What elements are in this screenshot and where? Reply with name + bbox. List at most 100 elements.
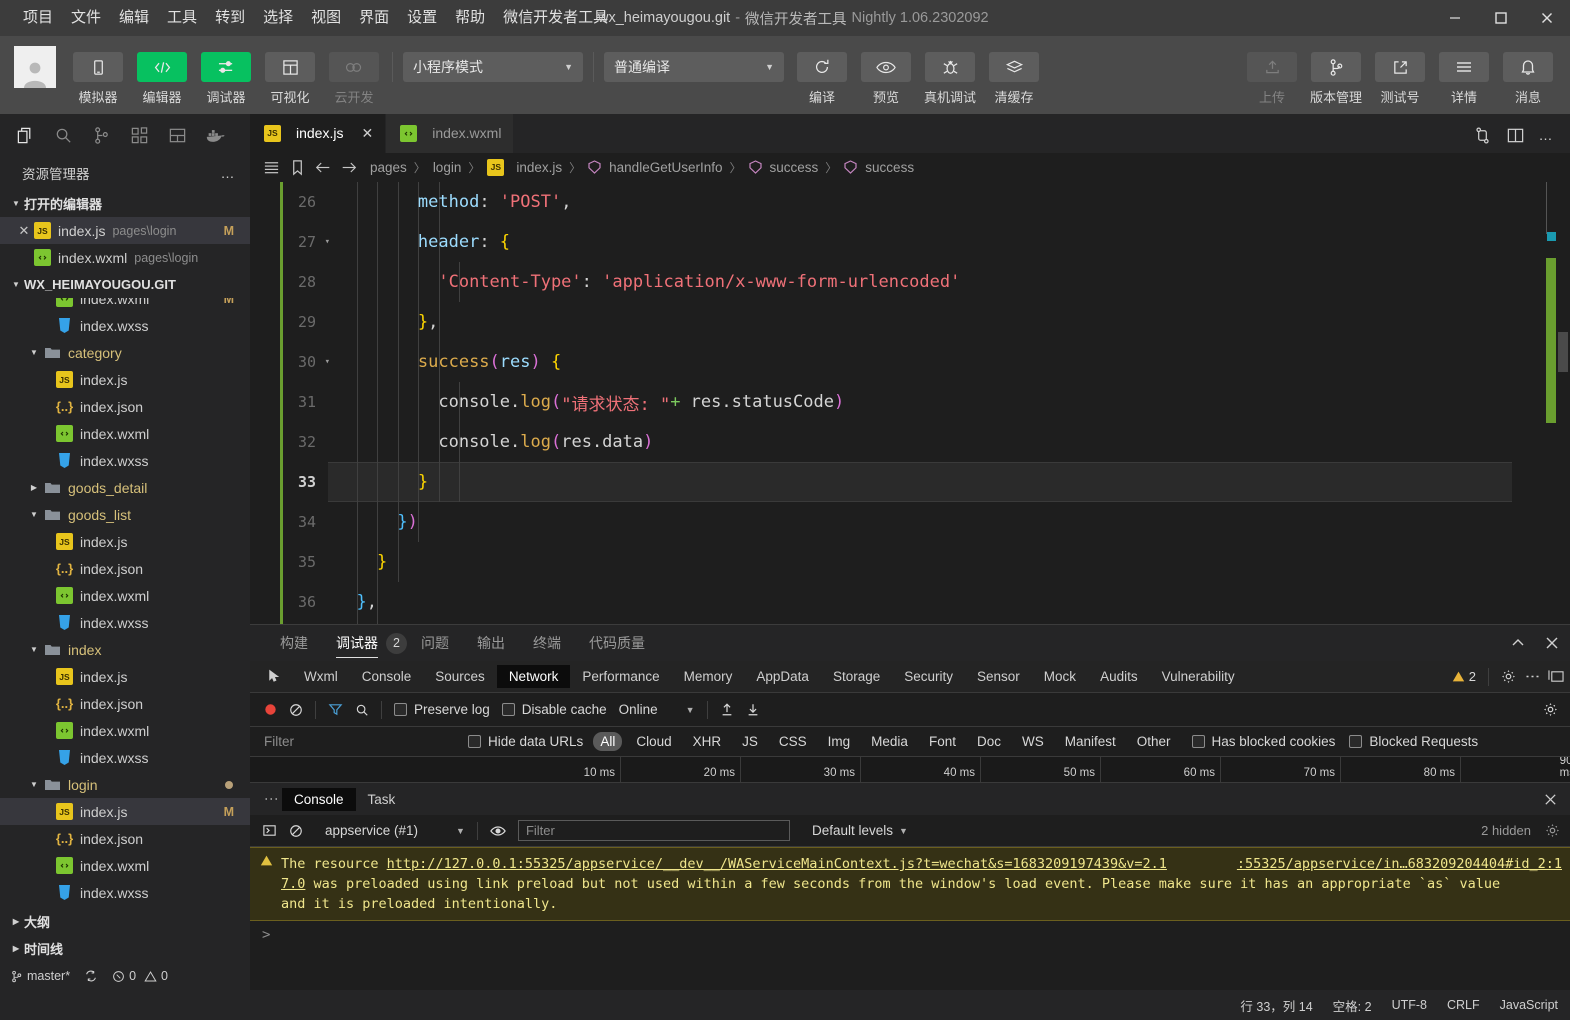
tree-file-row[interactable]: index.wxmlM: [0, 298, 250, 312]
panel-tab-0[interactable]: 构建: [266, 625, 322, 661]
layout-icon[interactable]: [1506, 126, 1525, 145]
funnel-icon[interactable]: [328, 702, 343, 717]
devtools-tab-Sensor[interactable]: Sensor: [965, 665, 1032, 688]
tree-file-row[interactable]: index.wxml: [0, 582, 250, 609]
tree-file-row[interactable]: {..}index.json: [0, 825, 250, 852]
eye-icon[interactable]: [490, 824, 506, 838]
eol-setting[interactable]: CRLF: [1447, 998, 1480, 1012]
more-icon[interactable]: …: [1539, 127, 1555, 143]
devtools-tab-Console[interactable]: Console: [350, 665, 424, 688]
tree-file-row[interactable]: {..}index.json: [0, 690, 250, 717]
menu-item-4[interactable]: 转到: [206, 5, 254, 31]
tree-file-row[interactable]: index.wxml: [0, 717, 250, 744]
refresh-icon[interactable]: [797, 52, 847, 82]
menu-icon[interactable]: [1439, 52, 1489, 82]
type-filter-Manifest[interactable]: Manifest: [1058, 732, 1123, 751]
tree-folder-row[interactable]: ▼goods_list: [0, 501, 250, 528]
tree-folder-row[interactable]: ▶goods_detail: [0, 474, 250, 501]
bug-icon[interactable]: [925, 52, 975, 82]
files-icon[interactable]: [8, 118, 42, 152]
cloud-icon[interactable]: [329, 52, 379, 82]
close-icon[interactable]: ✕: [361, 125, 373, 142]
panel-tab-2[interactable]: 问题: [407, 625, 463, 661]
breadcrumb-item-1[interactable]: login: [431, 160, 464, 175]
extensions-icon[interactable]: [122, 118, 156, 152]
breadcrumb-item-0[interactable]: pages: [368, 160, 409, 175]
upload-arrow-icon[interactable]: [720, 702, 734, 717]
type-filter-JS[interactable]: JS: [735, 732, 765, 751]
panel-tab-1[interactable]: 调试器: [322, 625, 392, 661]
indentation-setting[interactable]: 空格: 2: [1333, 996, 1372, 1015]
type-filter-Font[interactable]: Font: [922, 732, 963, 751]
source-control-icon[interactable]: [84, 118, 118, 152]
branch-indicator[interactable]: master*: [10, 969, 70, 983]
close-icon[interactable]: [1543, 792, 1558, 807]
dock-icon[interactable]: [1548, 669, 1564, 684]
code-line[interactable]: method: 'POST',: [328, 182, 1512, 222]
download-arrow-icon[interactable]: [746, 702, 760, 717]
outline-icon[interactable]: [258, 159, 284, 176]
settings-gear-icon[interactable]: [1545, 823, 1560, 838]
record-dot-icon[interactable]: [264, 703, 277, 716]
forward-arrow-icon[interactable]: [336, 159, 362, 176]
devtools-tab-Memory[interactable]: Memory: [672, 665, 745, 688]
code-line[interactable]: },: [328, 302, 1512, 342]
clear-icon[interactable]: [289, 824, 303, 838]
tree-file-row[interactable]: JSindex.js: [0, 663, 250, 690]
project-root-header[interactable]: ▼ WX_HEIMAYOUGOU.GIT: [0, 271, 250, 298]
tree-file-row[interactable]: index.wxss: [0, 879, 250, 906]
tree-file-row[interactable]: index.wxml: [0, 852, 250, 879]
devtools-tab-Audits[interactable]: Audits: [1088, 665, 1150, 688]
console-filter-input[interactable]: Filter: [518, 820, 790, 841]
tree-file-row[interactable]: index.wxss: [0, 447, 250, 474]
layers-icon[interactable]: [989, 52, 1039, 82]
minimap-slider[interactable]: [1546, 258, 1556, 423]
layout-icon[interactable]: [265, 52, 315, 82]
menu-item-9[interactable]: 帮助: [446, 5, 494, 31]
devtools-tab-Vulnerability[interactable]: Vulnerability: [1150, 665, 1247, 688]
cursor-position[interactable]: 行 33，列 14: [1240, 996, 1312, 1015]
sidebar-section-时间线[interactable]: ▶时间线: [0, 935, 250, 962]
open-editor-row[interactable]: ✕JSindex.jspages\loginM: [0, 217, 250, 244]
console-levels-select[interactable]: Default levels ▼: [812, 823, 908, 838]
console-warning-message[interactable]: The resource http://127.0.0.1:55325/apps…: [250, 847, 1570, 921]
bell-icon[interactable]: [1503, 52, 1553, 82]
console-warning-link-cont[interactable]: 7.0: [281, 876, 305, 892]
editor-scrollbar[interactable]: [1556, 182, 1570, 624]
code-line[interactable]: header: {: [328, 222, 1512, 262]
tree-file-row[interactable]: index.wxss: [0, 609, 250, 636]
menu-item-2[interactable]: 编辑: [110, 5, 158, 31]
kebab-menu-icon[interactable]: ⋮: [1528, 669, 1536, 684]
console-warning-link[interactable]: http://127.0.0.1:55325/appservice/__dev_…: [387, 856, 1167, 872]
network-filter-input[interactable]: Filter: [250, 734, 460, 749]
explorer-more-icon[interactable]: …: [221, 165, 237, 181]
blocked-requests-checkbox[interactable]: Blocked Requests: [1349, 734, 1478, 749]
execution-context-icon[interactable]: [262, 823, 277, 838]
git-branch-icon[interactable]: [1311, 52, 1361, 82]
inspect-icon[interactable]: [258, 669, 292, 684]
editor-tab-index.wxml[interactable]: index.wxml: [386, 114, 514, 153]
type-filter-WS[interactable]: WS: [1015, 732, 1051, 751]
panel-tab-5[interactable]: 代码质量: [575, 625, 659, 661]
split-editor-icon[interactable]: [1473, 126, 1492, 145]
tree-file-row[interactable]: JSindex.jsM: [0, 798, 250, 825]
devtools-tab-AppData[interactable]: AppData: [744, 665, 821, 688]
console-drawer-tab-Console[interactable]: Console: [282, 788, 356, 811]
warning-count[interactable]: 0: [144, 969, 168, 983]
breadcrumb-item-3[interactable]: handleGetUserInfo: [586, 160, 724, 175]
console-drawer-tab-Task[interactable]: Task: [356, 788, 408, 811]
devtools-tab-Network[interactable]: Network: [497, 665, 571, 688]
devtools-tab-Sources[interactable]: Sources: [423, 665, 497, 688]
type-filter-XHR[interactable]: XHR: [686, 732, 729, 751]
menu-item-0[interactable]: 项目: [14, 5, 62, 31]
search-icon[interactable]: [46, 118, 80, 152]
search-icon[interactable]: [355, 703, 369, 717]
type-filter-Cloud[interactable]: Cloud: [629, 732, 678, 751]
menu-item-7[interactable]: 界面: [350, 5, 398, 31]
code-line[interactable]: }): [328, 622, 1512, 624]
phone-icon[interactable]: [73, 52, 123, 82]
devtools-tab-Mock[interactable]: Mock: [1032, 665, 1088, 688]
user-avatar[interactable]: [14, 46, 56, 88]
preserve-log-checkbox[interactable]: Preserve log: [394, 702, 490, 717]
console-prompt[interactable]: >: [250, 921, 1570, 949]
